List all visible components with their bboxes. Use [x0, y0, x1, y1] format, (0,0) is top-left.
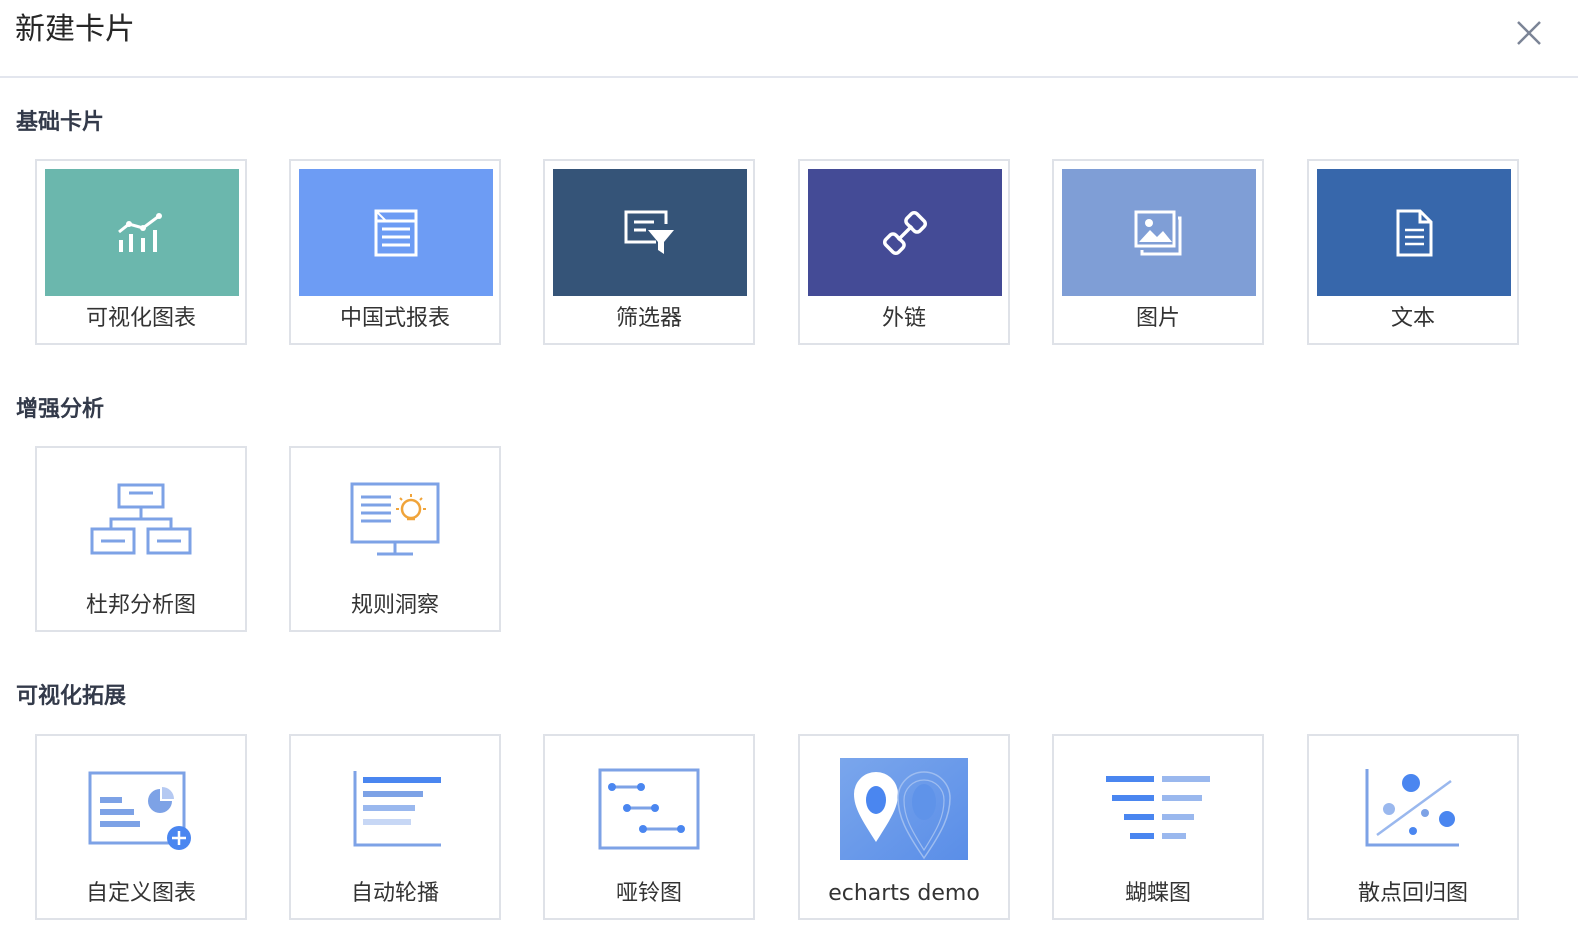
card-label: 散点回归图 — [1357, 881, 1468, 906]
card-label: 筛选器 — [615, 306, 682, 331]
card-filter[interactable]: 筛选器 — [543, 159, 755, 345]
custom-chart-icon — [88, 771, 191, 850]
card-dumbbell-chart[interactable]: 哑铃图 — [543, 734, 755, 920]
card-label: 自定义图表 — [85, 881, 196, 906]
card-thumbnail — [1309, 754, 1517, 864]
card-label: 中国式报表 — [339, 306, 450, 331]
card-scatter-regression[interactable]: 散点回归图 — [1307, 734, 1519, 920]
bar-chart-icon — [118, 212, 162, 252]
card-echarts-demo[interactable]: echarts demo — [798, 734, 1010, 920]
close-icon — [1517, 21, 1541, 45]
card-thumbnail — [299, 169, 493, 296]
card-label: 文本 — [1390, 306, 1435, 331]
card-thumbnail — [1054, 754, 1262, 864]
card-label: 杜邦分析图 — [85, 593, 196, 618]
card-thumbnail — [291, 754, 499, 864]
card-thumbnail — [545, 754, 753, 864]
section-title-enhanced: 增强分析 — [16, 397, 105, 422]
card-butterfly-chart[interactable]: 蝴蝶图 — [1052, 734, 1264, 920]
map-pin-icon — [840, 758, 968, 860]
card-auto-carousel[interactable]: 自动轮播 — [289, 734, 501, 920]
image-icon — [1134, 210, 1182, 255]
card-visual-chart[interactable]: 可视化图表 — [35, 159, 247, 345]
card-label: 蝴蝶图 — [1124, 881, 1191, 906]
scatter-regression-icon — [1365, 769, 1459, 847]
card-thumbnail — [1317, 169, 1511, 296]
table-report-icon — [374, 209, 418, 256]
section-title-basic: 基础卡片 — [16, 110, 105, 135]
card-thumbnail — [291, 466, 499, 576]
card-thumbnail — [808, 169, 1002, 296]
card-thumbnail — [37, 754, 245, 864]
card-thumbnail — [800, 754, 1008, 864]
close-button[interactable] — [1510, 14, 1548, 52]
card-label: 规则洞察 — [350, 593, 439, 618]
document-icon — [1396, 209, 1433, 256]
dialog-title: 新建卡片 — [15, 12, 135, 47]
card-label: 自动轮播 — [350, 881, 439, 906]
card-label: 外链 — [881, 306, 926, 331]
card-image[interactable]: 图片 — [1052, 159, 1264, 345]
card-label: 图片 — [1135, 306, 1180, 331]
dumbbell-chart-icon — [598, 768, 700, 850]
carousel-bars-icon — [353, 771, 441, 847]
section-title-extension: 可视化拓展 — [16, 684, 127, 709]
card-label: echarts demo — [828, 881, 980, 906]
link-icon — [882, 210, 928, 255]
card-text[interactable]: 文本 — [1307, 159, 1519, 345]
card-thumbnail — [553, 169, 747, 296]
card-china-report[interactable]: 中国式报表 — [289, 159, 501, 345]
card-thumbnail — [37, 466, 245, 576]
card-thumbnail — [1062, 169, 1256, 296]
card-label: 可视化图表 — [85, 306, 196, 331]
card-label: 哑铃图 — [615, 881, 682, 906]
card-custom-chart[interactable]: 自定义图表 — [35, 734, 247, 920]
monitor-insight-icon — [350, 482, 440, 556]
card-thumbnail — [45, 169, 239, 296]
card-dupont-analysis[interactable]: 杜邦分析图 — [35, 446, 247, 632]
filter-icon — [624, 210, 674, 254]
dialog-header: 新建卡片 — [0, 0, 1578, 78]
butterfly-chart-icon — [1106, 776, 1210, 839]
card-external-link[interactable]: 外链 — [798, 159, 1010, 345]
org-tree-icon — [90, 483, 192, 555]
card-rule-insight[interactable]: 规则洞察 — [289, 446, 501, 632]
